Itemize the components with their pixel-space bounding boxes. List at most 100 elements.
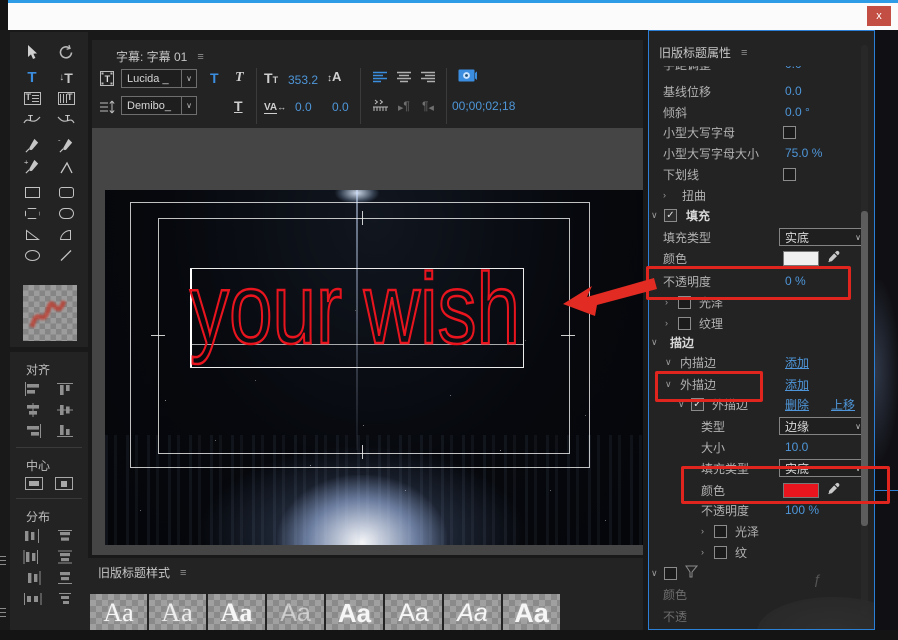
background-video-timecode[interactable]: 00;00;02;18 bbox=[452, 99, 515, 113]
outer-stroke-move-up-link[interactable]: 上移 bbox=[831, 396, 855, 413]
stroke-type-select[interactable]: 边缘 ∨ bbox=[779, 417, 867, 435]
texture-checkbox[interactable] bbox=[678, 316, 691, 330]
font-family-select[interactable]: Lucida _ bbox=[121, 69, 182, 88]
eyedropper-icon[interactable] bbox=[827, 482, 841, 499]
show-background-video-icon[interactable] bbox=[458, 68, 477, 88]
new-title-icon[interactable]: T bbox=[100, 71, 114, 91]
twirl-closed-icon[interactable]: › bbox=[663, 190, 676, 200]
distribute-left-icon[interactable] bbox=[17, 528, 49, 544]
rounded-rectangle-tool-icon[interactable] bbox=[49, 182, 83, 203]
align-bottom-icon[interactable] bbox=[49, 423, 81, 439]
fill-checkbox[interactable]: ✓ bbox=[664, 208, 677, 222]
style-swatch[interactable]: Aa bbox=[385, 594, 442, 632]
font-size-value[interactable]: 353.2 bbox=[288, 73, 318, 87]
title-text-object[interactable]: your wish bbox=[188, 252, 528, 370]
kerning-value[interactable]: 0.0 bbox=[295, 100, 312, 114]
style-swatch[interactable]: Aa bbox=[326, 594, 383, 632]
outer-strokes-add-link[interactable]: 添加 bbox=[785, 376, 809, 393]
outer-stroke-checkbox[interactable]: ✓ bbox=[691, 397, 704, 411]
properties-panel-menu-icon[interactable]: ≡ bbox=[741, 47, 748, 59]
add-anchor-pen-tool-icon[interactable]: + bbox=[15, 156, 49, 177]
align-horizontal-center-icon[interactable] bbox=[17, 402, 49, 418]
inner-strokes-add-link[interactable]: 添加 bbox=[785, 354, 809, 371]
fill-opacity-value[interactable]: 0 % bbox=[785, 274, 806, 288]
font-style-select[interactable]: Demibo_ bbox=[121, 96, 182, 115]
distribute-horizontal-even-icon[interactable] bbox=[17, 591, 49, 607]
type-tool-icon[interactable]: T bbox=[15, 67, 49, 88]
rotation-tool-icon[interactable] bbox=[49, 41, 83, 62]
fill-color-swatch[interactable] bbox=[783, 250, 819, 266]
delete-anchor-pen-tool-icon[interactable]: - bbox=[49, 135, 83, 156]
vertical-type-tool-icon[interactable]: ↓ T bbox=[49, 67, 83, 88]
underline-checkbox[interactable] bbox=[783, 167, 796, 181]
center-horizontal-icon[interactable] bbox=[25, 477, 43, 490]
area-type-tool-icon[interactable]: T bbox=[15, 88, 49, 109]
style-swatch[interactable]: Aa bbox=[503, 594, 560, 632]
wedge-tool-icon[interactable] bbox=[15, 224, 49, 245]
align-vertical-center-icon[interactable] bbox=[49, 402, 81, 418]
panel-menu-icon[interactable]: ≡ bbox=[197, 51, 204, 63]
italic-button[interactable]: T bbox=[235, 70, 244, 86]
twirl-closed-icon[interactable]: › bbox=[665, 318, 678, 328]
pen-tool-icon[interactable] bbox=[15, 135, 49, 156]
style-swatch[interactable]: Aa bbox=[90, 594, 147, 632]
stroke-sheen-checkbox[interactable] bbox=[714, 524, 727, 538]
font-style-chevron-icon[interactable]: ∨ bbox=[182, 96, 197, 115]
distribute-bottom-icon[interactable] bbox=[49, 570, 81, 586]
align-left-icon[interactable] bbox=[17, 381, 49, 397]
styles-panel-menu-icon[interactable]: ≡ bbox=[180, 567, 187, 579]
scrollbar-thumb[interactable] bbox=[861, 211, 868, 526]
stroke-fill-type-select[interactable]: 实底 ∨ bbox=[779, 459, 867, 477]
video-preview[interactable]: your wish bbox=[105, 190, 643, 545]
tab-stops-icon[interactable] bbox=[372, 98, 389, 117]
align-right-icon[interactable] bbox=[17, 423, 49, 439]
align-text-left-icon[interactable] bbox=[372, 70, 388, 89]
twirl-open-icon[interactable]: ∨ bbox=[665, 379, 678, 390]
twirl-closed-icon[interactable]: › bbox=[701, 547, 714, 557]
twirl-closed-icon[interactable]: › bbox=[701, 526, 714, 536]
paragraph-icon[interactable]: ¶◀ bbox=[422, 97, 434, 115]
align-top-icon[interactable] bbox=[49, 381, 81, 397]
rectangle-tool-icon[interactable] bbox=[15, 182, 49, 203]
round-rectangle-tool-icon[interactable] bbox=[49, 203, 83, 224]
center-vertical-icon[interactable] bbox=[55, 477, 73, 490]
vertical-path-type-tool-icon[interactable]: T bbox=[49, 109, 83, 130]
baseline-shift-value[interactable]: 0.0 bbox=[785, 84, 802, 98]
path-type-tool-icon[interactable]: T bbox=[15, 109, 49, 130]
align-text-center-icon[interactable] bbox=[396, 70, 412, 89]
twirl-open-icon[interactable]: ∨ bbox=[651, 337, 664, 348]
twirl-open-icon[interactable]: ∨ bbox=[678, 399, 691, 410]
titlebar-surface[interactable] bbox=[8, 0, 898, 30]
clipped-corner-rectangle-tool-icon[interactable] bbox=[15, 203, 49, 224]
stroke-color-swatch[interactable] bbox=[783, 482, 819, 498]
distribute-right-icon[interactable] bbox=[17, 570, 49, 586]
style-swatch[interactable]: Aa bbox=[208, 594, 265, 632]
style-swatch[interactable]: Aa bbox=[149, 594, 206, 632]
vertical-area-type-tool-icon[interactable]: T bbox=[49, 88, 83, 109]
eyedropper-icon[interactable] bbox=[827, 250, 841, 267]
stroke-opacity-value[interactable]: 100 % bbox=[785, 503, 819, 517]
close-button[interactable]: x bbox=[867, 6, 891, 26]
small-caps-size-value[interactable]: 75.0 % bbox=[785, 146, 822, 160]
twirl-open-icon[interactable]: ∨ bbox=[651, 568, 664, 579]
distribute-vertical-center-icon[interactable] bbox=[49, 549, 81, 565]
style-swatch[interactable]: Aa bbox=[267, 594, 324, 632]
ellipse-tool-icon[interactable] bbox=[15, 245, 49, 266]
twirl-open-icon[interactable]: ∨ bbox=[665, 357, 678, 368]
fill-type-select[interactable]: 实底 ∨ bbox=[779, 228, 867, 246]
distribute-top-icon[interactable] bbox=[49, 528, 81, 544]
font-family-chevron-icon[interactable]: ∨ bbox=[182, 69, 197, 88]
twirl-open-icon[interactable]: ∨ bbox=[651, 210, 664, 221]
stroke-size-value[interactable]: 10.0 bbox=[785, 440, 808, 454]
arc-tool-icon[interactable] bbox=[49, 224, 83, 245]
distribute-vertical-even-icon[interactable] bbox=[49, 591, 81, 607]
small-caps-checkbox[interactable] bbox=[783, 125, 796, 139]
bold-button[interactable]: T bbox=[210, 70, 219, 86]
underline-button[interactable]: T bbox=[234, 98, 243, 114]
slant-value[interactable]: 0.0 ° bbox=[785, 105, 810, 119]
title-canvas[interactable]: your wish bbox=[92, 128, 643, 555]
shadow-checkbox[interactable] bbox=[664, 566, 677, 580]
insert-tab-icon[interactable]: ▶¶ bbox=[398, 97, 410, 115]
distribute-horizontal-center-icon[interactable] bbox=[17, 549, 49, 565]
style-swatch[interactable]: Aa bbox=[444, 594, 501, 632]
